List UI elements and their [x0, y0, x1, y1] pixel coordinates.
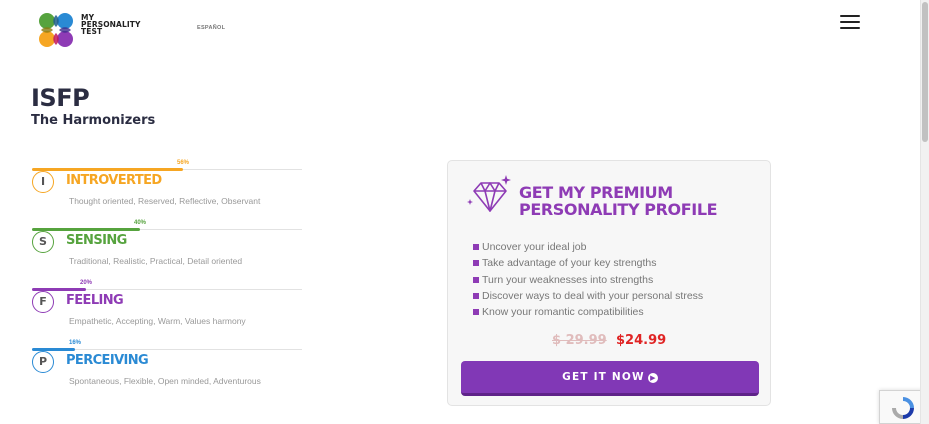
diamond-icon: [467, 175, 511, 212]
trait-label: INTROVERTED: [66, 173, 162, 188]
trait-letter-circle: F: [32, 291, 54, 313]
trait-percent: 16%: [69, 340, 82, 346]
trait-sensing: 40% S SENSING Traditional, Realistic, Pr…: [32, 220, 302, 276]
premium-title: GET MY PREMIUM PERSONALITY PROFILE: [519, 183, 718, 219]
personality-type-code: ISFP: [31, 84, 90, 112]
premium-profile-card: GET MY PREMIUM PERSONALITY PROFILE Uncov…: [447, 160, 771, 406]
trait-bar-fill: [32, 168, 183, 171]
recaptcha-icon: [892, 397, 914, 419]
premium-title-line: GET MY PREMIUM: [519, 183, 673, 202]
trait-label: FEELING: [66, 293, 124, 308]
bullet-square-icon: [473, 292, 479, 299]
trait-letter-circle: S: [32, 231, 54, 253]
feature-item: Turn your weaknesses into strengths: [473, 272, 703, 288]
feature-item: Take advantage of your key strengths: [473, 255, 703, 271]
feature-text: Know your romantic compatibilities: [482, 306, 644, 319]
premium-title-line: PERSONALITY PROFILE: [519, 200, 718, 219]
logo-text[interactable]: MY PERSONALITY TEST: [81, 14, 140, 36]
trait-letter-circle: P: [32, 351, 54, 373]
get-it-now-button[interactable]: GET IT NOW ▶: [461, 361, 759, 396]
bullet-square-icon: [473, 276, 479, 283]
trait-label: PERCEIVING: [66, 353, 149, 368]
trait-description: Traditional, Realistic, Practical, Detai…: [69, 256, 243, 266]
personality-type-name: The Harmonizers: [31, 113, 156, 128]
sale-price: $24.99: [616, 333, 667, 348]
language-link[interactable]: ESPAÑOL: [197, 25, 225, 31]
feature-text: Take advantage of your key strengths: [482, 257, 657, 270]
cta-label: GET IT NOW: [562, 371, 645, 383]
feature-item: Discover ways to deal with your personal…: [473, 288, 703, 304]
trait-description: Thought oriented, Reserved, Reflective, …: [69, 196, 261, 206]
trait-perceiving: 16% P PERCEIVING Spontaneous, Flexible, …: [32, 340, 302, 396]
page-scrollbar[interactable]: [920, 0, 929, 424]
scrollbar-thumb[interactable]: [922, 2, 928, 142]
trait-percent: 40%: [134, 220, 147, 226]
old-price: $ 29.99: [552, 333, 607, 348]
premium-feature-list: Uncover your ideal job Take advantage of…: [473, 239, 703, 320]
feature-text: Turn your weaknesses into strengths: [482, 273, 654, 286]
hamburger-line: [840, 21, 860, 23]
trait-introverted: 56% I INTROVERTED Thought oriented, Rese…: [32, 160, 302, 216]
bullet-square-icon: [473, 309, 479, 316]
logo-text-line: TEST: [81, 27, 103, 36]
trait-percent: 56%: [177, 160, 190, 166]
hamburger-menu-icon[interactable]: [840, 15, 860, 29]
trait-description: Empathetic, Accepting, Warm, Values harm…: [69, 316, 246, 326]
bullet-square-icon: [473, 244, 479, 250]
trait-percent: 20%: [80, 280, 93, 286]
bullet-square-icon: [473, 260, 479, 267]
logo-icon[interactable]: [38, 12, 74, 48]
feature-item: Uncover your ideal job: [473, 239, 703, 255]
hamburger-line: [840, 27, 860, 29]
feature-text: Discover ways to deal with your personal…: [482, 289, 704, 302]
trait-label: SENSING: [66, 233, 127, 248]
trait-feeling: 20% F FEELING Empathetic, Accepting, War…: [32, 280, 302, 336]
trait-bar-fill: [32, 348, 75, 351]
feature-text: Uncover your ideal job: [482, 241, 587, 253]
arrow-circle-right-icon: ▶: [647, 373, 658, 383]
trait-description: Spontaneous, Flexible, Open minded, Adve…: [69, 376, 261, 386]
feature-item: Know your romantic compatibilities: [473, 304, 703, 320]
hamburger-line: [840, 15, 860, 17]
trait-letter-circle: I: [32, 171, 54, 193]
trait-bar-fill: [32, 228, 140, 231]
